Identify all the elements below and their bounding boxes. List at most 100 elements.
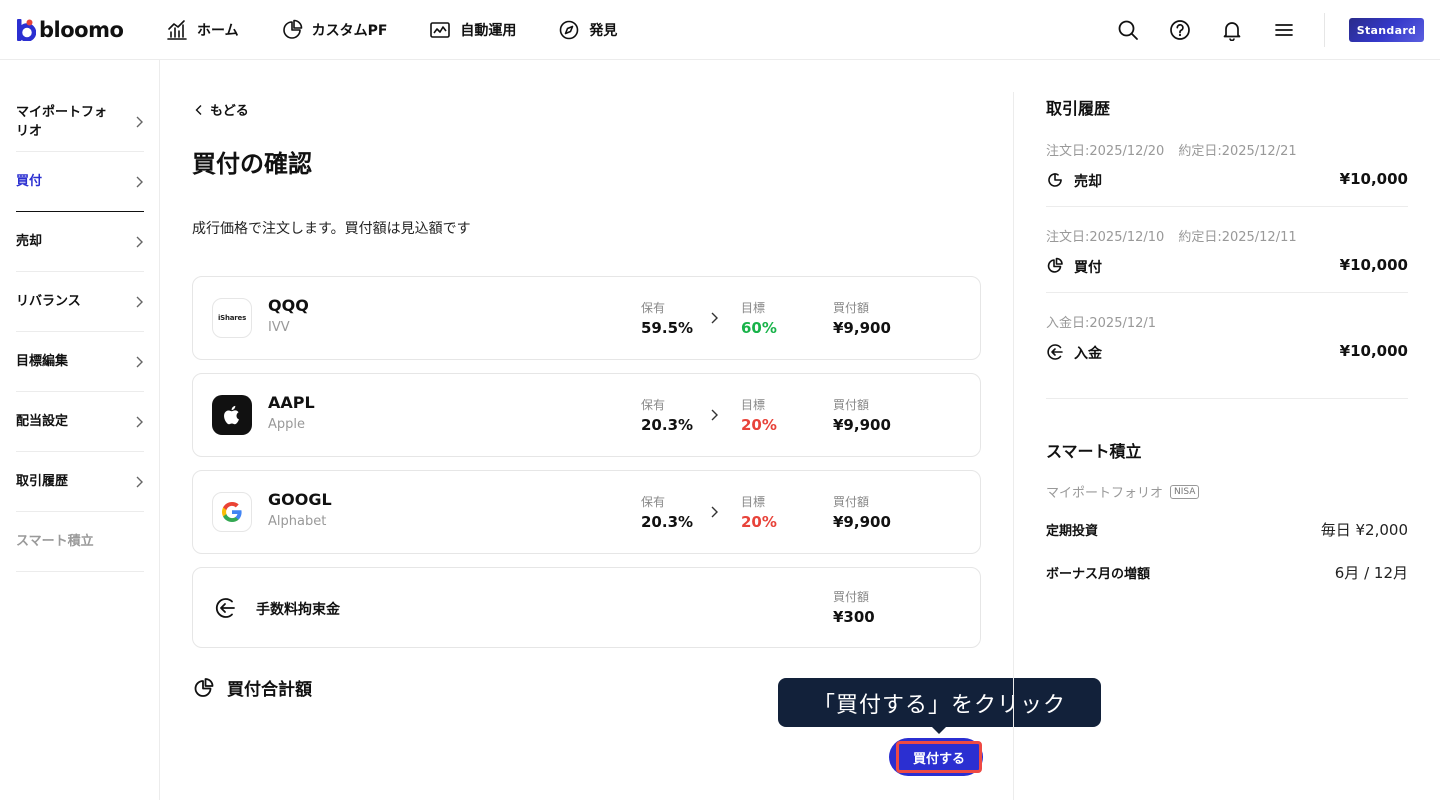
nav-discover-label: 発見 xyxy=(589,23,618,39)
amount-value: ¥9,900 xyxy=(833,513,891,531)
buy-icon xyxy=(1047,257,1063,273)
sidebar-item-smart-saving: スマート積立 xyxy=(16,512,144,572)
history-item[interactable]: 注文日:2025/12/20 約定日:2025/12/21 売却 ¥10,000 xyxy=(1046,140,1408,207)
target-value: 20% xyxy=(741,416,777,434)
chevron-right-icon xyxy=(136,176,143,187)
tooltip-tail xyxy=(931,726,947,734)
chevron-right-icon xyxy=(136,416,143,427)
sidebar-item-rebalance[interactable]: リバランス xyxy=(16,272,144,332)
smart-saving-portfolio: マイポートフォリオ NISA xyxy=(1046,482,1200,501)
sidebar-item-edit-target[interactable]: 目標編集 xyxy=(16,332,144,392)
chevron-right-icon xyxy=(136,296,143,307)
target-label: 目標 xyxy=(741,301,766,315)
target-value: 20% xyxy=(741,513,777,531)
section-divider xyxy=(1046,398,1408,399)
target-label: 目標 xyxy=(741,495,766,509)
chevron-right-icon xyxy=(711,506,718,518)
nav-home[interactable]: ホーム xyxy=(166,19,239,41)
sidebar-item-label: マイポートフォリオ xyxy=(16,104,108,139)
chevron-left-icon xyxy=(195,104,202,115)
history-type: 買付 xyxy=(1074,260,1102,276)
sidebar-item-sell[interactable]: 売却 xyxy=(16,212,144,272)
top-header: bloomo ホーム カスタムPF 自動運用 発見 Standard xyxy=(0,0,1440,60)
history-type: 入金 xyxy=(1074,346,1102,362)
order-date: 注文日:2025/12/10 xyxy=(1046,230,1165,245)
amount-value: ¥9,900 xyxy=(833,416,891,434)
history-dates: 注文日:2025/12/20 約定日:2025/12/21 xyxy=(1046,140,1311,159)
amount-label: 買付額 xyxy=(833,301,870,315)
order-row-qqq: iShares QQQ IVV 保有 59.5% 目標 60% 買付額 ¥9,9… xyxy=(192,276,981,360)
chevron-right-icon xyxy=(711,312,718,324)
menu-button[interactable] xyxy=(1272,18,1296,42)
holding-label: 保有 xyxy=(641,398,666,412)
sidebar-item-label: 売却 xyxy=(16,234,43,249)
amount-label: 買付額 xyxy=(833,398,870,412)
target-value: 60% xyxy=(741,319,777,337)
back-label: もどる xyxy=(210,104,249,119)
total-amount-label: 買付合計額 xyxy=(227,680,312,700)
bloomo-logo[interactable]: bloomo xyxy=(16,17,124,43)
search-icon xyxy=(1118,20,1138,40)
main-nav: ホーム カスタムPF 自動運用 発見 xyxy=(166,0,659,60)
plan-badge[interactable]: Standard xyxy=(1349,18,1424,42)
compass-icon xyxy=(560,20,579,40)
deposit-date: 入金日:2025/12/1 xyxy=(1046,316,1157,331)
history-type: 売却 xyxy=(1074,174,1102,190)
hamburger-icon xyxy=(1275,24,1293,36)
smart-saving-title: スマート積立 xyxy=(1046,442,1142,461)
sidebar-item-buy[interactable]: 買付 xyxy=(16,152,144,212)
amount-label: 買付額 xyxy=(833,495,870,509)
search-button[interactable] xyxy=(1116,18,1140,42)
sidebar-item-history[interactable]: 取引履歴 xyxy=(16,452,144,512)
pie-chart-icon xyxy=(194,677,214,697)
nav-auto-label: 自動運用 xyxy=(460,23,517,39)
help-button[interactable] xyxy=(1168,18,1192,42)
apple-icon xyxy=(224,405,239,425)
chevron-right-icon xyxy=(136,116,143,127)
order-row-aapl: AAPL Apple 保有 20.3% 目標 20% 買付額 ¥9,900 xyxy=(192,373,981,457)
sidebar-item-label: リバランス xyxy=(16,294,81,309)
sidebar-item-label: 買付 xyxy=(16,174,43,189)
google-icon xyxy=(222,502,242,522)
notification-button[interactable] xyxy=(1220,18,1244,42)
nav-custom-pf[interactable]: カスタムPF xyxy=(281,19,388,41)
nav-discover[interactable]: 発見 xyxy=(558,19,617,41)
fee-label: 手数料拘束金 xyxy=(256,602,340,618)
deposit-icon xyxy=(1047,344,1063,360)
bell-icon xyxy=(1223,22,1241,41)
history-item[interactable]: 注文日:2025/12/10 約定日:2025/12/11 買付 ¥10,000 xyxy=(1046,226,1408,293)
buy-button[interactable]: 買付する xyxy=(896,741,982,773)
page-subtitle: 成行価格で注文します。買付額は見込額です xyxy=(192,221,471,237)
right-panel: 取引履歴 注文日:2025/12/20 約定日:2025/12/21 売却 ¥1… xyxy=(1013,60,1440,800)
history-amount: ¥10,000 xyxy=(1339,170,1408,188)
chevron-right-icon xyxy=(136,356,143,367)
nav-custom-pf-label: カスタムPF xyxy=(311,23,388,39)
sidebar-item-label: 目標編集 xyxy=(16,354,69,369)
nav-auto[interactable]: 自動運用 xyxy=(429,19,516,41)
panel-divider xyxy=(1013,92,1014,800)
logo-text: bloomo xyxy=(39,18,124,42)
holding-label: 保有 xyxy=(641,495,666,509)
history-title: 取引履歴 xyxy=(1046,99,1111,118)
main-content: もどる 買付の確認 成行価格で注文します。買付額は見込額です iShares Q… xyxy=(160,60,1101,800)
bonus-increase-value: 6月 / 12月 xyxy=(1334,564,1408,582)
sidebar-item-my-portfolio[interactable]: マイポートフォリオ xyxy=(16,92,144,152)
fee-amount: ¥300 xyxy=(833,608,875,626)
holding-value: 20.3% xyxy=(641,416,694,434)
help-icon xyxy=(1170,20,1190,40)
deposit-arrow-icon xyxy=(215,598,235,618)
chart-bar-icon xyxy=(167,20,187,40)
bonus-increase-row: ボーナス月の増額 6月 / 12月 xyxy=(1046,562,1408,583)
ticker: QQQ xyxy=(268,296,309,315)
company-name: Apple xyxy=(268,417,306,432)
history-item[interactable]: 入金日:2025/12/1 入金 ¥10,000 xyxy=(1046,312,1408,379)
fee-row: 手数料拘束金 買付額 ¥300 xyxy=(192,567,981,648)
regular-investment-row: 定期投資 毎日 ¥2,000 xyxy=(1046,519,1408,540)
chevron-right-icon xyxy=(711,409,718,421)
settle-date: 約定日:2025/12/21 xyxy=(1178,144,1297,159)
fund-name: IVV xyxy=(268,320,290,335)
order-date: 注文日:2025/12/20 xyxy=(1046,144,1165,159)
sidebar-item-dividend-settings[interactable]: 配当設定 xyxy=(16,392,144,452)
history-amount: ¥10,000 xyxy=(1339,342,1408,360)
back-link[interactable]: もどる xyxy=(194,100,249,119)
